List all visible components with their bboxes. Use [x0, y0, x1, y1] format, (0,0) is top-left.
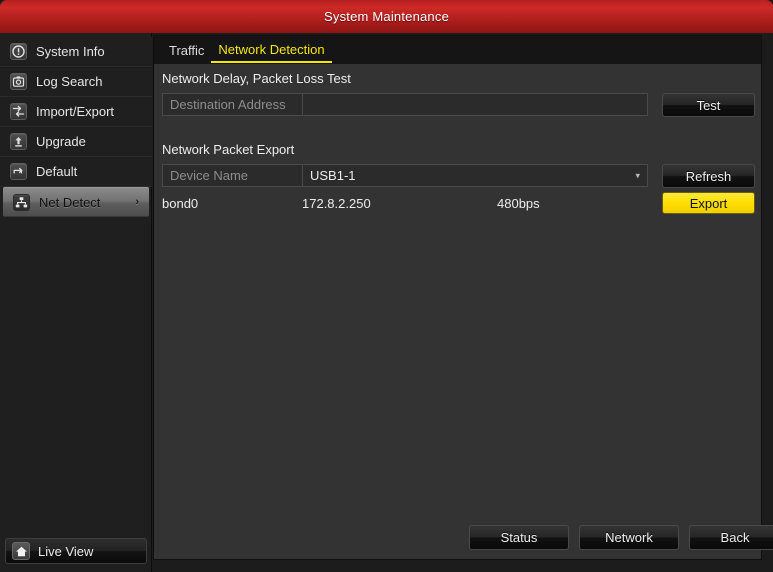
import-export-icon — [10, 103, 27, 120]
device-throughput: 480bps — [497, 195, 540, 211]
upgrade-icon — [10, 133, 27, 150]
section-title-delay-test: Network Delay, Packet Loss Test — [162, 71, 351, 86]
system-maintenance-window: System Maintenance System Info Log Searc… — [0, 0, 773, 572]
device-name-value: USB1-1 — [310, 168, 356, 183]
content-panel: Traffic Network Detection Network Delay,… — [153, 35, 773, 560]
live-view-button[interactable]: Live View — [5, 538, 147, 564]
sidebar-item-import-export[interactable]: Import/Export — [0, 97, 152, 127]
log-search-icon — [10, 73, 27, 90]
window-title: System Maintenance — [324, 9, 449, 24]
sidebar-item-label: Import/Export — [36, 104, 115, 119]
export-button[interactable]: Export — [662, 192, 755, 214]
sidebar-item-label: Default — [36, 164, 78, 179]
network-button[interactable]: Network — [579, 525, 679, 550]
sidebar-item-upgrade[interactable]: Upgrade — [0, 127, 152, 157]
destination-address-row: Destination Address — [162, 93, 648, 116]
sidebar: System Info Log Search Import/Export Upg… — [0, 33, 152, 572]
footer-bar: Status Network Back — [154, 517, 773, 559]
window-titlebar: System Maintenance — [0, 0, 773, 33]
section-title-packet-export: Network Packet Export — [162, 142, 295, 157]
sidebar-item-system-info[interactable]: System Info — [0, 37, 152, 67]
default-icon — [10, 163, 27, 180]
destination-address-label: Destination Address — [162, 93, 302, 116]
back-button[interactable]: Back — [689, 525, 773, 550]
sidebar-item-net-detect[interactable]: Net Detect › — [3, 187, 149, 217]
sidebar-item-log-search[interactable]: Log Search — [0, 67, 152, 97]
sidebar-item-label: Log Search — [36, 74, 103, 89]
refresh-button[interactable]: Refresh — [662, 164, 755, 188]
info-icon — [10, 43, 27, 60]
tab-traffic[interactable]: Traffic — [162, 37, 211, 63]
tab-strip: Traffic Network Detection — [154, 36, 761, 64]
device-name-label: Device Name — [162, 164, 302, 187]
table-row: bond0 172.8.2.250 480bps — [162, 192, 654, 214]
chevron-down-icon: ▾ — [635, 170, 640, 180]
live-view-label: Live View — [38, 543, 94, 559]
home-icon — [12, 542, 30, 560]
sidebar-item-label: System Info — [36, 44, 105, 59]
sidebar-nav: System Info Log Search Import/Export Upg… — [0, 37, 152, 217]
device-name-row: Device Name USB1-1 ▾ — [162, 164, 648, 187]
sidebar-item-label: Upgrade — [36, 134, 86, 149]
status-button[interactable]: Status — [469, 525, 569, 550]
device-name-select[interactable]: USB1-1 ▾ — [302, 164, 648, 187]
chevron-right-icon: › — [135, 196, 139, 208]
sidebar-item-label: Net Detect — [39, 194, 101, 210]
sidebar-item-default[interactable]: Default — [0, 157, 152, 187]
net-detect-icon — [13, 193, 30, 211]
tab-network-detection[interactable]: Network Detection — [211, 37, 332, 63]
test-button[interactable]: Test — [662, 93, 755, 117]
destination-address-input[interactable] — [302, 93, 648, 116]
device-interface-name: bond0 — [162, 195, 199, 211]
device-ip-address: 172.8.2.250 — [302, 195, 371, 211]
